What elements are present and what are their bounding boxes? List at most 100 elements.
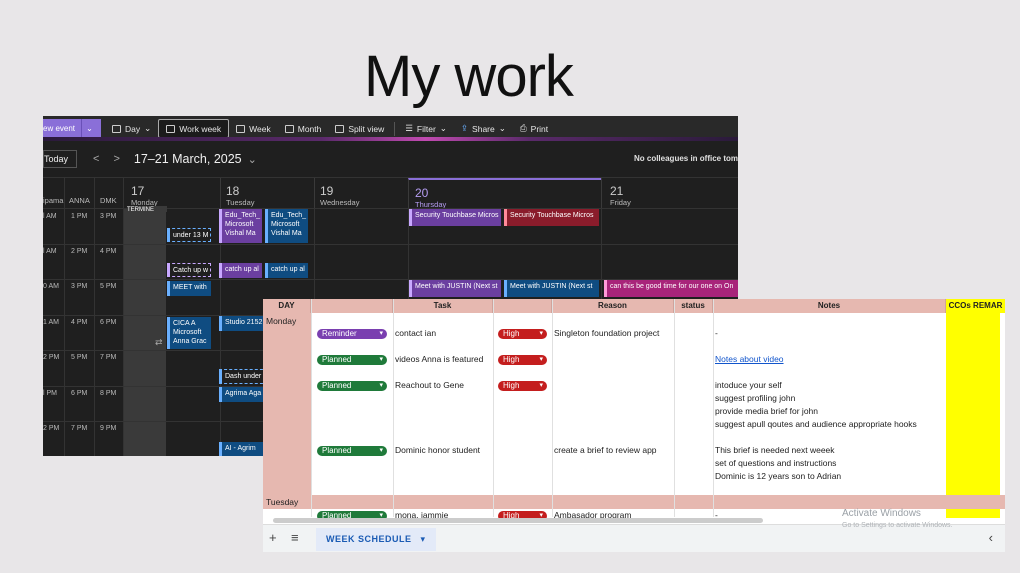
calendar-event[interactable]: Studio 2152 — [219, 316, 268, 331]
all-sheets-menu-button[interactable]: ≡ — [291, 530, 299, 545]
day-number: 20 — [415, 186, 429, 200]
time-label: 5 PM — [100, 283, 117, 290]
notes-cell[interactable]: Dominic is 12 years son to Adrian — [715, 470, 841, 483]
reason-cell[interactable]: create a brief to review app — [554, 444, 657, 457]
reason-cell[interactable]: Singleton foundation project — [554, 327, 659, 340]
status-dropdown-chip[interactable]: Planned — [317, 446, 387, 456]
calendar-event[interactable]: Meet with JUSTIN (Next st — [409, 280, 501, 297]
event-title: CICA A — [173, 320, 196, 327]
split-view-icon — [335, 124, 345, 133]
column-header — [311, 299, 393, 313]
prev-week-button[interactable]: < — [93, 153, 99, 165]
notes-cell[interactable]: suggest profiling john — [715, 392, 795, 405]
scroll-left-button[interactable]: ‹ — [989, 530, 993, 545]
notes-cell[interactable]: - — [715, 327, 718, 340]
column-header — [493, 299, 552, 313]
share-button[interactable]: ⇪ Share ⌄ — [454, 119, 513, 138]
slide-title: My work — [364, 44, 574, 109]
calendar-event[interactable]: Security Touchbase Micros — [504, 209, 599, 226]
column-header: status — [674, 299, 713, 313]
date-range[interactable]: 17–21 March, 2025 — [134, 152, 242, 166]
activate-windows-hint: Go to Settings to activate Windows. — [842, 522, 953, 529]
day-header-tuesday[interactable]: 18 Tuesday — [220, 178, 317, 208]
cco-remarks-column[interactable] — [946, 313, 1000, 518]
calendar-event[interactable]: Catch up w — [167, 263, 211, 277]
filter-label: Filter — [416, 123, 436, 134]
notes-cell[interactable]: suggest apull qoutes and audience approp… — [715, 418, 917, 431]
day-cell[interactable]: Monday — [266, 315, 296, 328]
calendar-workweek-icon — [166, 124, 176, 133]
calendar-event[interactable]: Security Touchbase Micros — [409, 209, 501, 226]
time-label: 4 PM — [71, 319, 88, 326]
task-cell[interactable]: Reachout to Gene — [395, 379, 464, 392]
task-cell[interactable]: Dominic honor student — [395, 444, 480, 457]
day-header-thursday[interactable]: 20 Thursday — [408, 178, 601, 209]
priority-dropdown-chip[interactable]: High — [498, 329, 547, 339]
split-view-button[interactable]: Split view — [328, 119, 391, 138]
day-view-button[interactable]: Day ⌄ — [105, 119, 158, 138]
calendar-event[interactable]: TERMINE — [127, 206, 167, 212]
calendar-event[interactable]: CICA A Microsoft Anna Grac — [167, 317, 211, 349]
priority-dropdown-chip[interactable]: High — [498, 355, 547, 365]
calendar-event[interactable]: under 13 M — [167, 228, 211, 242]
next-week-button[interactable]: > — [113, 153, 119, 165]
priority-dropdown-chip[interactable]: High — [498, 381, 547, 391]
chevron-down-icon[interactable]: ⌄ — [81, 119, 97, 138]
work-week-label: Work week — [179, 123, 222, 134]
day-name: Wednesday — [320, 198, 360, 207]
divider — [493, 299, 494, 517]
time-label: l PM — [43, 390, 57, 397]
calendar-event[interactable]: Agrima Aga — [219, 387, 268, 402]
day-cell[interactable]: Tuesday — [266, 496, 298, 509]
calendar-event[interactable]: Dash under — [219, 369, 268, 384]
event-title: Edu_Tech_ — [271, 212, 307, 219]
calendar-event[interactable]: Edu_Tech_ Microsoft Vishal Ma — [219, 209, 262, 243]
calendar-event[interactable]: Meet with JUSTIN (Next st — [504, 280, 599, 297]
calendar-event[interactable]: MEET with — [167, 281, 211, 296]
calendar-event[interactable]: catch up al — [265, 263, 308, 278]
month-label: Month — [297, 123, 322, 134]
week-view-button[interactable]: Week — [229, 119, 278, 138]
column-header: Task — [393, 299, 493, 313]
today-button[interactable]: Today — [43, 150, 78, 168]
chevron-down-icon[interactable]: ⌄ — [248, 153, 257, 166]
calendar-event[interactable]: Edu_Tech_ Microsoft Vishal Ma — [265, 209, 308, 243]
timezone-label: ANNA — [69, 196, 90, 205]
calendar-event[interactable]: catch up al — [219, 263, 262, 278]
day-header-monday[interactable]: 17 Monday — [123, 178, 220, 208]
new-event-button[interactable]: ew event ⌄ — [43, 119, 102, 138]
print-button[interactable]: ⎙ Print — [513, 119, 555, 138]
calendar-event[interactable]: AI - Agrim — [219, 442, 268, 456]
day-name: Friday — [610, 198, 631, 207]
notes-cell[interactable]: provide media brief for john — [715, 405, 818, 418]
split-view-label: Split view — [348, 123, 385, 134]
chevron-down-icon: ⌄ — [498, 123, 506, 133]
event-detail: Vishal Ma — [225, 230, 256, 237]
notes-cell[interactable]: intoduce your self — [715, 379, 782, 392]
task-cell[interactable]: contact ian — [395, 327, 436, 340]
horizontal-scrollbar[interactable] — [273, 518, 763, 523]
calendar-event[interactable]: can this be good time for our one on On — [604, 280, 738, 297]
day-number: 17 — [131, 184, 145, 198]
work-week-view-button[interactable]: Work week — [158, 119, 230, 138]
column-header: Reason — [552, 299, 674, 313]
status-dropdown-chip[interactable]: Planned — [317, 381, 387, 391]
notes-cell[interactable]: This brief is needed next weeek — [715, 444, 835, 457]
notes-link[interactable]: Notes about video — [715, 353, 784, 366]
status-dropdown-chip[interactable]: Planned — [317, 355, 387, 365]
month-view-button[interactable]: Month — [278, 119, 329, 138]
event-detail: Vishal Ma — [271, 230, 302, 237]
add-sheet-button[interactable]: + — [269, 530, 277, 545]
day-number: 21 — [610, 184, 624, 198]
time-label: 0 AM — [43, 283, 59, 290]
chevron-down-icon: ⌄ — [144, 123, 152, 133]
status-dropdown-chip[interactable]: Reminder — [317, 329, 387, 339]
task-cell[interactable]: videos Anna is featured — [395, 353, 483, 366]
notes-cell[interactable]: set of questions and instructions — [715, 457, 836, 470]
divider — [64, 178, 65, 456]
tab-week-schedule[interactable]: WEEK SCHEDULE ▾ — [316, 528, 436, 551]
filter-button[interactable]: ☰ Filter ⌄ — [398, 119, 454, 138]
chevron-down-icon: ▾ — [420, 534, 426, 544]
day-header-wednesday[interactable]: 19 Wednesday — [314, 178, 408, 208]
day-header-friday[interactable]: 21 Friday — [601, 178, 738, 208]
